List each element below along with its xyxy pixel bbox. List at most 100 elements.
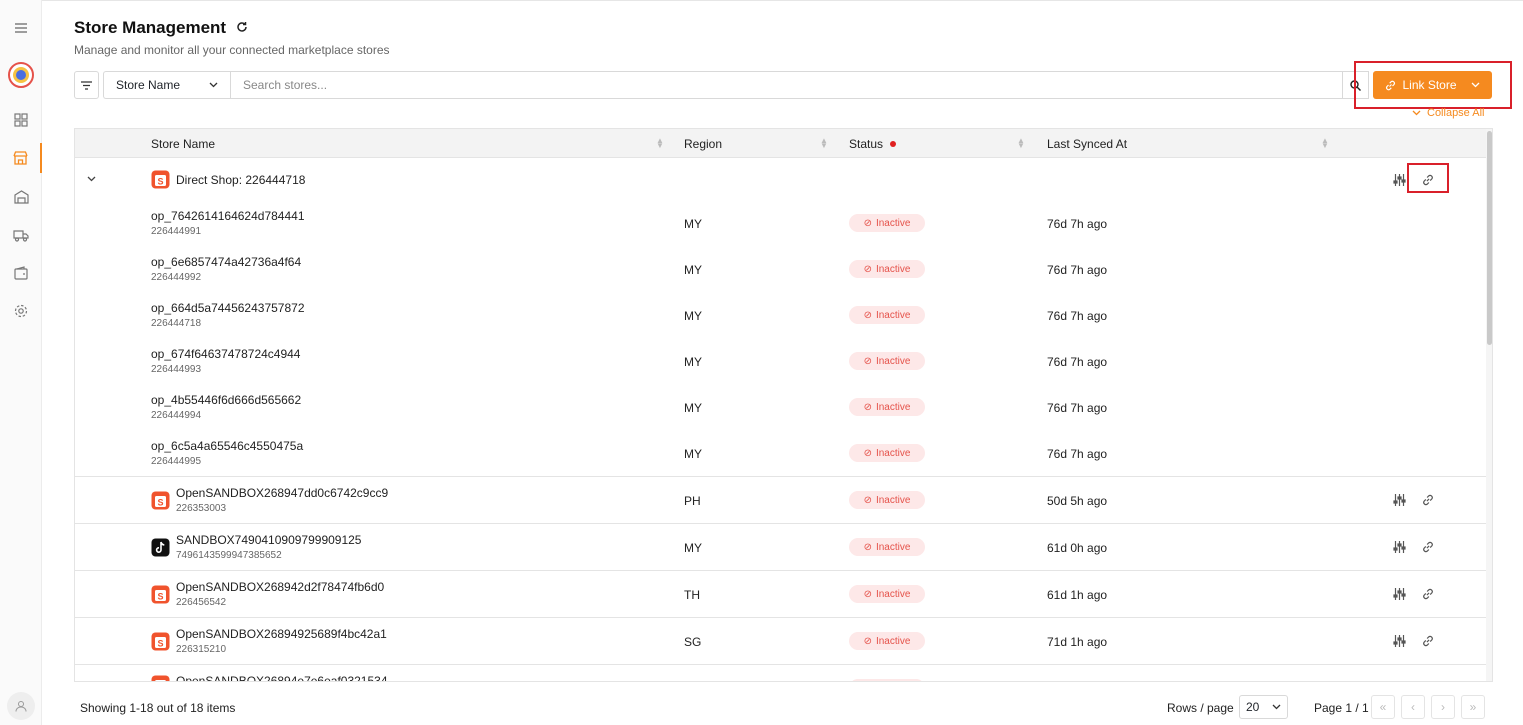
link-icon[interactable] bbox=[1420, 539, 1436, 555]
tiktok-logo-icon bbox=[151, 538, 170, 557]
svg-text:S: S bbox=[157, 498, 163, 508]
top-divider bbox=[42, 0, 1523, 2]
settings-sliders-icon[interactable] bbox=[1391, 539, 1407, 555]
column-header-status-label: Status bbox=[849, 136, 884, 151]
chevron-down-icon bbox=[1412, 110, 1421, 116]
status-badge: ⊘ Inactive bbox=[849, 444, 925, 462]
search-field-select[interactable]: Store Name bbox=[103, 71, 230, 99]
last-synced: 76d 7h ago bbox=[1047, 217, 1108, 231]
inactive-icon: ⊘ bbox=[863, 217, 872, 229]
first-page-button[interactable]: « bbox=[1371, 695, 1395, 719]
shopee-logo-icon: S bbox=[151, 585, 170, 604]
store-id: 226444718 bbox=[151, 318, 202, 329]
status-badge: ⊘ Inactive bbox=[849, 214, 925, 232]
settings-sliders-icon[interactable] bbox=[1391, 172, 1407, 188]
collapse-all-button[interactable]: Collapse All bbox=[1412, 107, 1484, 119]
store-id: 226444993 bbox=[151, 364, 202, 375]
scrollbar-thumb[interactable] bbox=[1487, 131, 1492, 345]
store-id: 226456542 bbox=[176, 597, 227, 608]
link-icon[interactable] bbox=[1420, 586, 1436, 602]
inactive-icon: ⊘ bbox=[863, 355, 872, 367]
store-region: SG bbox=[684, 635, 702, 649]
column-header-status[interactable]: Status bbox=[849, 129, 897, 158]
table-row[interactable]: op_7642614164624d784441 226444991 MY ⊘ In… bbox=[75, 202, 1486, 248]
status-badge-label: Inactive bbox=[875, 217, 911, 229]
table-row[interactable]: op_6c5a4a65546c4550475a 226444995 MY ⊘ In… bbox=[75, 432, 1486, 478]
dashboard-icon[interactable] bbox=[0, 105, 42, 135]
menu-icon[interactable] bbox=[0, 13, 42, 43]
filter-button[interactable] bbox=[74, 71, 99, 99]
store-region: MY bbox=[684, 541, 702, 555]
search-input[interactable] bbox=[230, 71, 1343, 99]
inactive-icon: ⊘ bbox=[863, 447, 872, 459]
store-region: MY bbox=[684, 447, 702, 461]
warehouse-icon[interactable] bbox=[0, 182, 42, 212]
store-name: op_6e6857474a42736a4f64 bbox=[151, 255, 302, 269]
settings-icon[interactable] bbox=[0, 296, 42, 326]
store-name: op_664d5a74456243757872 bbox=[151, 301, 305, 315]
store-name: OpenSANDBOX26894e7e6eaf0321534 bbox=[176, 674, 388, 682]
last-synced: 76d 7h ago bbox=[1047, 309, 1108, 323]
store-id: 226444994 bbox=[151, 410, 202, 421]
settings-sliders-icon[interactable] bbox=[1391, 492, 1407, 508]
sidebar bbox=[0, 0, 42, 725]
page-title: Store Management bbox=[74, 18, 248, 38]
table-header: Store Name ▲ ▼ Region ▲ ▼ Status ▲ ▼ Last S… bbox=[75, 129, 1492, 158]
rows-per-page-value: 20 bbox=[1246, 700, 1260, 714]
store-region: MY bbox=[684, 217, 702, 231]
page-indicator: Page 1 / 1 bbox=[1314, 701, 1369, 715]
column-header-region[interactable]: Region bbox=[684, 129, 722, 158]
svg-text:S: S bbox=[157, 177, 163, 187]
store-name: OpenSANDBOX268947dd0c6742c9cc9 bbox=[176, 486, 389, 500]
link-icon[interactable] bbox=[1420, 633, 1436, 649]
truck-icon[interactable] bbox=[0, 220, 42, 250]
table-row[interactable]: op_674f64637478724c4944 226444993 MY ⊘ In… bbox=[75, 340, 1486, 386]
status-badge bbox=[849, 679, 925, 681]
user-avatar[interactable] bbox=[7, 692, 35, 720]
double-chevron-left-icon: « bbox=[1379, 700, 1387, 714]
column-header-store-name[interactable]: Store Name bbox=[151, 129, 215, 158]
chevron-down-icon[interactable] bbox=[87, 176, 96, 182]
store-region: TH bbox=[684, 588, 700, 602]
next-page-button[interactable]: › bbox=[1431, 695, 1455, 719]
page-title-text: Store Management bbox=[74, 18, 227, 37]
inactive-icon: ⊘ bbox=[863, 401, 872, 413]
store-name: OpenSANDBOX268942d2f78474fb6d0 bbox=[176, 580, 385, 594]
sort-icon[interactable]: ▲ ▼ bbox=[656, 137, 664, 150]
column-header-last-synced[interactable]: Last Synced At bbox=[1047, 129, 1127, 158]
store-icon[interactable] bbox=[0, 143, 42, 173]
settings-sliders-icon[interactable] bbox=[1391, 586, 1407, 602]
last-synced: 71d 1h ago bbox=[1047, 635, 1108, 649]
table-row[interactable]: S OpenSANDBOX268942d2f78474fb6d0 2264565… bbox=[75, 570, 1486, 617]
table-row-group[interactable]: S Direct Shop: 226444718 bbox=[75, 158, 1486, 202]
table-row[interactable]: SANDBOX7490410909799909125 7496143599947… bbox=[75, 523, 1486, 570]
last-synced: 76d 7h ago bbox=[1047, 263, 1108, 277]
rows-per-page-select[interactable]: 20 bbox=[1239, 695, 1288, 719]
store-name: op_7642614164624d784441 bbox=[151, 209, 305, 223]
link-icon[interactable] bbox=[1420, 492, 1436, 508]
store-region: MY bbox=[684, 401, 702, 415]
table-row[interactable]: op_4b55446f6d666d565662 226444994 MY ⊘ In… bbox=[75, 386, 1486, 432]
last-page-button[interactable]: » bbox=[1461, 695, 1485, 719]
store-id: 226315210 bbox=[176, 644, 227, 655]
status-badge-label: Inactive bbox=[875, 541, 911, 553]
page-subtitle: Manage and monitor all your connected ma… bbox=[74, 43, 390, 57]
table-row[interactable]: S OpenSANDBOX268947dd0c6742c9cc9 2263530… bbox=[75, 476, 1486, 523]
shopee-logo-icon: S bbox=[151, 491, 170, 510]
table-row[interactable]: op_6e6857474a42736a4f64 226444992 MY ⊘ In… bbox=[75, 248, 1486, 294]
store-id: 226444991 bbox=[151, 226, 202, 237]
refresh-icon[interactable] bbox=[236, 18, 248, 38]
table-row[interactable]: op_664d5a74456243757872 226444718 MY ⊘ In… bbox=[75, 294, 1486, 340]
table-row[interactable]: OpenSANDBOX26894e7e6eaf0321534 bbox=[75, 664, 1486, 682]
sort-icon[interactable]: ▲ ▼ bbox=[820, 137, 828, 150]
store-region: MY bbox=[684, 309, 702, 323]
table-row[interactable]: S OpenSANDBOX26894925689f4bc42a1 2263152… bbox=[75, 617, 1486, 664]
table-scrollbar[interactable] bbox=[1486, 129, 1492, 681]
sort-icon[interactable]: ▲ ▼ bbox=[1017, 137, 1025, 150]
settings-sliders-icon[interactable] bbox=[1391, 633, 1407, 649]
status-badge-label: Inactive bbox=[875, 635, 911, 647]
prev-page-button[interactable]: ‹ bbox=[1401, 695, 1425, 719]
wallet-icon[interactable] bbox=[0, 258, 42, 288]
sort-icon[interactable]: ▲ ▼ bbox=[1321, 137, 1329, 150]
shopee-logo-icon: S bbox=[151, 632, 170, 651]
